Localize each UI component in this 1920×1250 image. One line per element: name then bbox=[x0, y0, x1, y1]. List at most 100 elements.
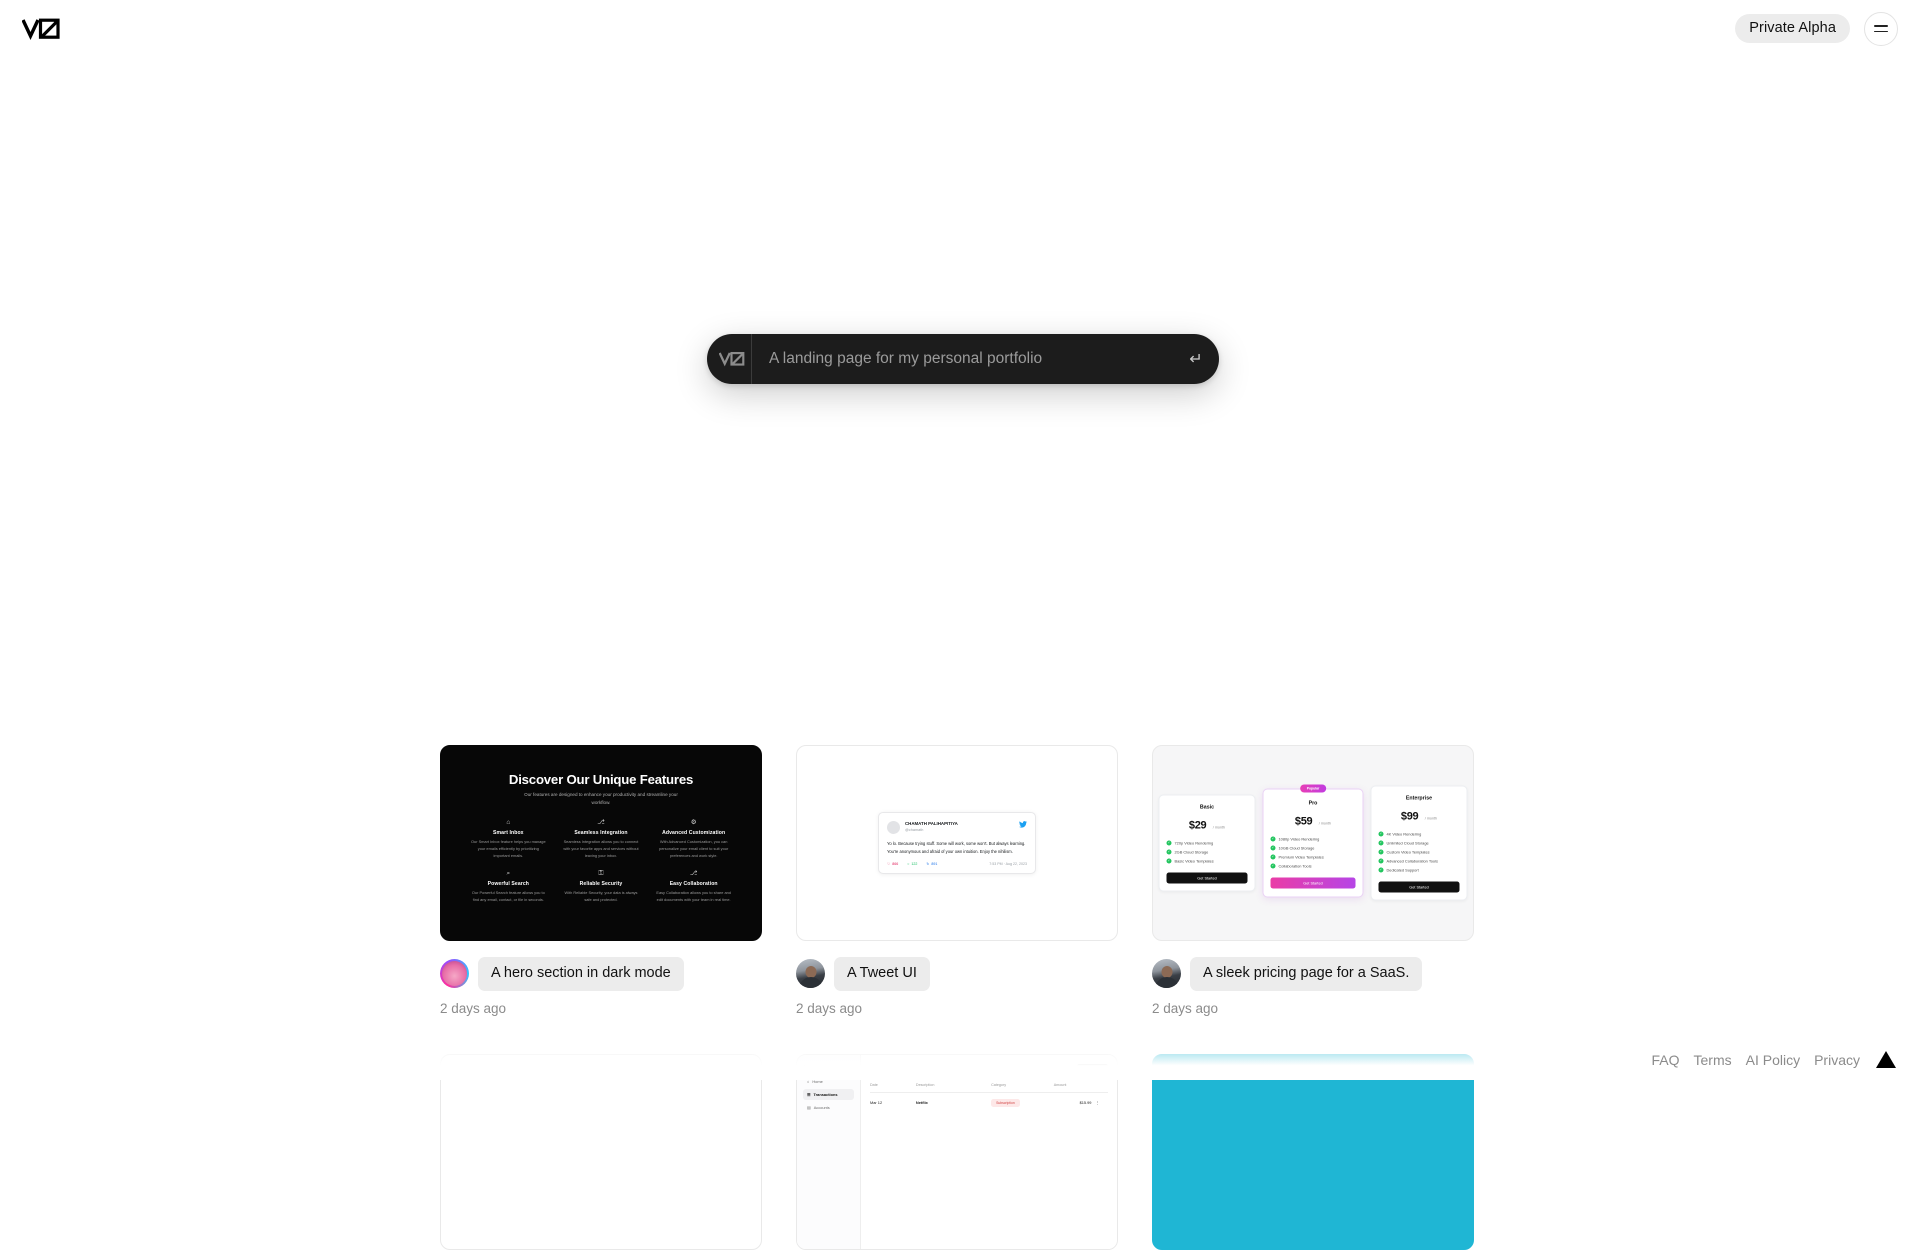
tier-name: Enterprise bbox=[1379, 796, 1460, 802]
tier-feature: ✓Basic Video Templates bbox=[1167, 859, 1248, 864]
hero-title: Discover Our Unique Features bbox=[457, 772, 745, 787]
sidebar-item-transactions[interactable]: ☰ Transactions bbox=[803, 1089, 854, 1100]
check-icon: ✓ bbox=[1167, 859, 1172, 864]
generation-gallery: Discover Our Unique Features Our feature… bbox=[0, 745, 1920, 1250]
app-header: Private Alpha bbox=[0, 0, 1920, 57]
tier-price: $29 bbox=[1189, 820, 1206, 832]
gallery-card: CHAMATH PALIHAPITIYA @chamath Yo lo. Bec… bbox=[796, 745, 1118, 1016]
footer: FAQ Terms AI Policy Privacy bbox=[1651, 1051, 1896, 1068]
tier-cta-button[interactable]: Get Started bbox=[1271, 878, 1356, 889]
retweet-icon[interactable]: ↻ 891 bbox=[926, 862, 937, 866]
hamburger-menu-icon[interactable] bbox=[1864, 12, 1898, 46]
retweet-glyph: ↻ bbox=[926, 862, 929, 866]
table-header: Date Description Category Amount bbox=[870, 1083, 1108, 1093]
hero-feature-item: ⚙ Advanced Customization With Advanced C… bbox=[650, 820, 737, 860]
card-preview-pricing[interactable]: Basic $29 / month ✓720p Video Rendering … bbox=[1152, 745, 1474, 941]
check-icon: ✓ bbox=[1379, 850, 1384, 855]
gallery-card: Acme ⌂ Home ☰ Transactions ▤ Accounts bbox=[796, 1054, 1118, 1250]
tweet-mock: CHAMATH PALIHAPITIYA @chamath Yo lo. Bec… bbox=[878, 812, 1036, 874]
prompt-input[interactable] bbox=[752, 334, 1179, 384]
comment-icon[interactable]: ○ 122 bbox=[907, 862, 917, 866]
tier-feature: ✓Unlimited Cloud Storage bbox=[1379, 841, 1460, 846]
heart-icon[interactable]: ♡ 866 bbox=[887, 862, 898, 866]
check-icon: ✓ bbox=[1271, 837, 1276, 842]
feature-body: Easy Collaboration allows you to share a… bbox=[650, 890, 737, 904]
gallery-card: Discover Our Unique Features Our feature… bbox=[440, 745, 762, 1016]
column-header: Category bbox=[991, 1083, 1054, 1087]
footer-link-ai-policy[interactable]: AI Policy bbox=[1746, 1052, 1800, 1068]
feature-body: With Advanced Customization, you can per… bbox=[650, 839, 737, 859]
tier-name: Basic bbox=[1167, 805, 1248, 811]
feature-text: Custom Video Templates bbox=[1387, 850, 1430, 855]
cell-category: Subscription bbox=[991, 1099, 1020, 1107]
prompt-bar[interactable]: ↵ bbox=[707, 334, 1219, 384]
card-meta: A Tweet UI bbox=[796, 957, 1118, 991]
column-header: Amount bbox=[1054, 1083, 1096, 1087]
download-button[interactable]: ⤓ Download bbox=[1077, 1064, 1108, 1074]
cell-amount: $15.99 bbox=[1054, 1100, 1096, 1105]
feature-text: Dedicated Support bbox=[1387, 868, 1419, 873]
tier-feature: ✓Dedicated Support bbox=[1379, 868, 1460, 873]
dashboard-main: Transactions ⤓ Download Date Description… bbox=[861, 1055, 1117, 1249]
card-preview-tweet[interactable]: CHAMATH PALIHAPITIYA @chamath Yo lo. Bec… bbox=[796, 745, 1118, 941]
card-preview-cyan[interactable] bbox=[1152, 1054, 1474, 1250]
dashboard-title: Transactions bbox=[870, 1066, 903, 1072]
wallet-icon: ▤ bbox=[807, 1105, 811, 1110]
check-icon: ✓ bbox=[1379, 859, 1384, 864]
tier-feature: ✓4K Video Rendering bbox=[1379, 832, 1460, 837]
footer-link-faq[interactable]: FAQ bbox=[1651, 1052, 1679, 1068]
feature-text: 1080p Video Rendering bbox=[1279, 837, 1320, 842]
card-preview-blank[interactable] bbox=[440, 1054, 762, 1250]
header-actions: Private Alpha bbox=[1735, 12, 1898, 46]
card-timestamp: 2 days ago bbox=[440, 1001, 762, 1016]
hero-feature-item: ⌂ Smart Inbox Our Smart Inbox feature he… bbox=[465, 820, 552, 860]
tweet-text: Yo lo. Because trying stuff. Some will w… bbox=[887, 840, 1027, 855]
feature-body: Seamless Integration allows you to conne… bbox=[558, 839, 645, 859]
hero-feature-item: ⎇ Easy Collaboration Easy Collaboration … bbox=[650, 871, 737, 904]
tier-feature: ✓Custom Video Templates bbox=[1379, 850, 1460, 855]
feature-text: Premium Video Templates bbox=[1279, 855, 1324, 860]
enter-return-arrow-icon[interactable]: ↵ bbox=[1179, 334, 1219, 384]
pricing-tier-enterprise: Enterprise $99 / month ✓4K Video Renderi… bbox=[1371, 786, 1468, 901]
tier-feature: ✓2GB Cloud Storage bbox=[1167, 850, 1248, 855]
footer-link-privacy[interactable]: Privacy bbox=[1814, 1052, 1860, 1068]
tier-feature: ✓Premium Video Templates bbox=[1271, 855, 1356, 860]
check-icon: ✓ bbox=[1167, 841, 1172, 846]
row-menu-icon[interactable]: ⋮ bbox=[1095, 1100, 1108, 1105]
card-preview-hero-dark[interactable]: Discover Our Unique Features Our feature… bbox=[440, 745, 762, 941]
tier-feature: ✓Advanced Collaboration Tools bbox=[1379, 859, 1460, 864]
footer-link-terms[interactable]: Terms bbox=[1694, 1052, 1732, 1068]
cell-date: Mar 12 bbox=[870, 1100, 916, 1105]
v0-logo[interactable] bbox=[22, 14, 66, 44]
card-preview-dashboard[interactable]: Acme ⌂ Home ☰ Transactions ▤ Accounts bbox=[796, 1054, 1118, 1250]
check-icon: ✓ bbox=[1379, 841, 1384, 846]
pricing-tiers: Basic $29 / month ✓720p Video Rendering … bbox=[1159, 786, 1468, 901]
check-icon: ✓ bbox=[1379, 868, 1384, 873]
vercel-triangle-logo[interactable] bbox=[1876, 1051, 1896, 1068]
sidebar-item-accounts[interactable]: ▤ Accounts bbox=[803, 1102, 854, 1113]
card-prompt-label[interactable]: A hero section in dark mode bbox=[478, 957, 684, 991]
sidebar-item-home[interactable]: ⌂ Home bbox=[803, 1076, 854, 1087]
tier-price: $99 bbox=[1401, 811, 1418, 823]
like-count: 866 bbox=[892, 862, 898, 866]
check-icon: ✓ bbox=[1167, 850, 1172, 855]
feature-heading: Advanced Customization bbox=[650, 830, 737, 836]
tier-cta-button[interactable]: Get Started bbox=[1379, 882, 1460, 893]
column-header: Date bbox=[870, 1083, 916, 1087]
tier-period: / month bbox=[1319, 822, 1331, 826]
tier-feature: ✓1080p Video Rendering bbox=[1271, 837, 1356, 842]
comment-glyph: ○ bbox=[907, 862, 909, 866]
tweet-actions: ♡ 866 ○ 122 ↻ 891 7:53 PM · Aug 22, 2023 bbox=[887, 862, 1027, 866]
feature-body: Our Powerful Search feature allows you t… bbox=[465, 890, 552, 904]
prompt-v0-logo-icon bbox=[707, 334, 751, 384]
tier-feature: ✓10GB Cloud Storage bbox=[1271, 846, 1356, 851]
hero-feature-item: ⎇ Seamless Integration Seamless Integrat… bbox=[558, 820, 645, 860]
private-alpha-badge[interactable]: Private Alpha bbox=[1735, 14, 1850, 44]
retweet-count: 891 bbox=[931, 862, 937, 866]
tier-cta-button[interactable]: Get Started bbox=[1167, 873, 1248, 884]
feature-heading: Powerful Search bbox=[465, 881, 552, 887]
card-prompt-label[interactable]: A sleek pricing page for a SaaS. bbox=[1190, 957, 1422, 991]
table-row: Mar 12 Netflix Subscription $15.99 ⋮ bbox=[870, 1093, 1108, 1107]
people-icon: ⎇ bbox=[650, 871, 737, 878]
card-prompt-label[interactable]: A Tweet UI bbox=[834, 957, 930, 991]
